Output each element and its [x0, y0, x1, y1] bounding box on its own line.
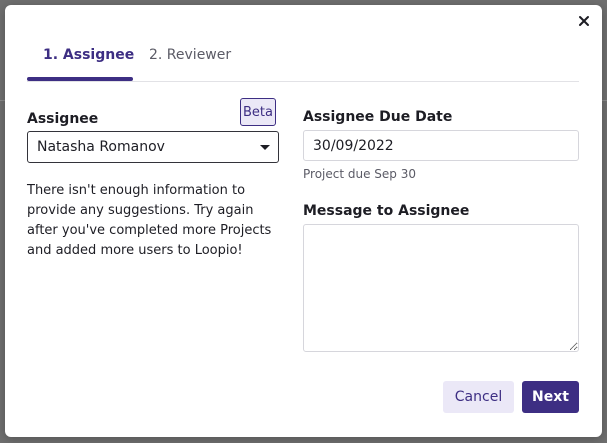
message-textarea[interactable] [303, 224, 579, 352]
dialog-tabs: 1. Assignee 2. Reviewer [27, 5, 579, 82]
assignee-selected-value: Natasha Romanov [37, 139, 165, 155]
assignee-label: Assignee [27, 111, 99, 127]
suggestion-info-text: There isn't enough information to provid… [27, 183, 272, 258]
beta-badge: Beta [240, 98, 276, 126]
tab-reviewer[interactable]: 2. Reviewer [149, 47, 231, 63]
due-date-input[interactable] [303, 130, 579, 161]
backdrop-divider [602, 100, 607, 101]
assignee-select[interactable]: Natasha Romanov [27, 131, 279, 163]
due-date-label: Assignee Due Date [303, 109, 453, 125]
next-button[interactable]: Next [522, 381, 579, 413]
message-label: Message to Assignee [303, 203, 470, 219]
chevron-down-icon [260, 145, 270, 150]
active-tab-indicator [27, 77, 133, 81]
tab-assignee[interactable]: 1. Assignee [43, 47, 134, 63]
project-due-hint: Project due Sep 30 [303, 167, 416, 181]
cancel-button[interactable]: Cancel [443, 381, 514, 413]
assign-dialog: 1. Assignee 2. Reviewer Assignee Beta Na… [5, 5, 602, 437]
